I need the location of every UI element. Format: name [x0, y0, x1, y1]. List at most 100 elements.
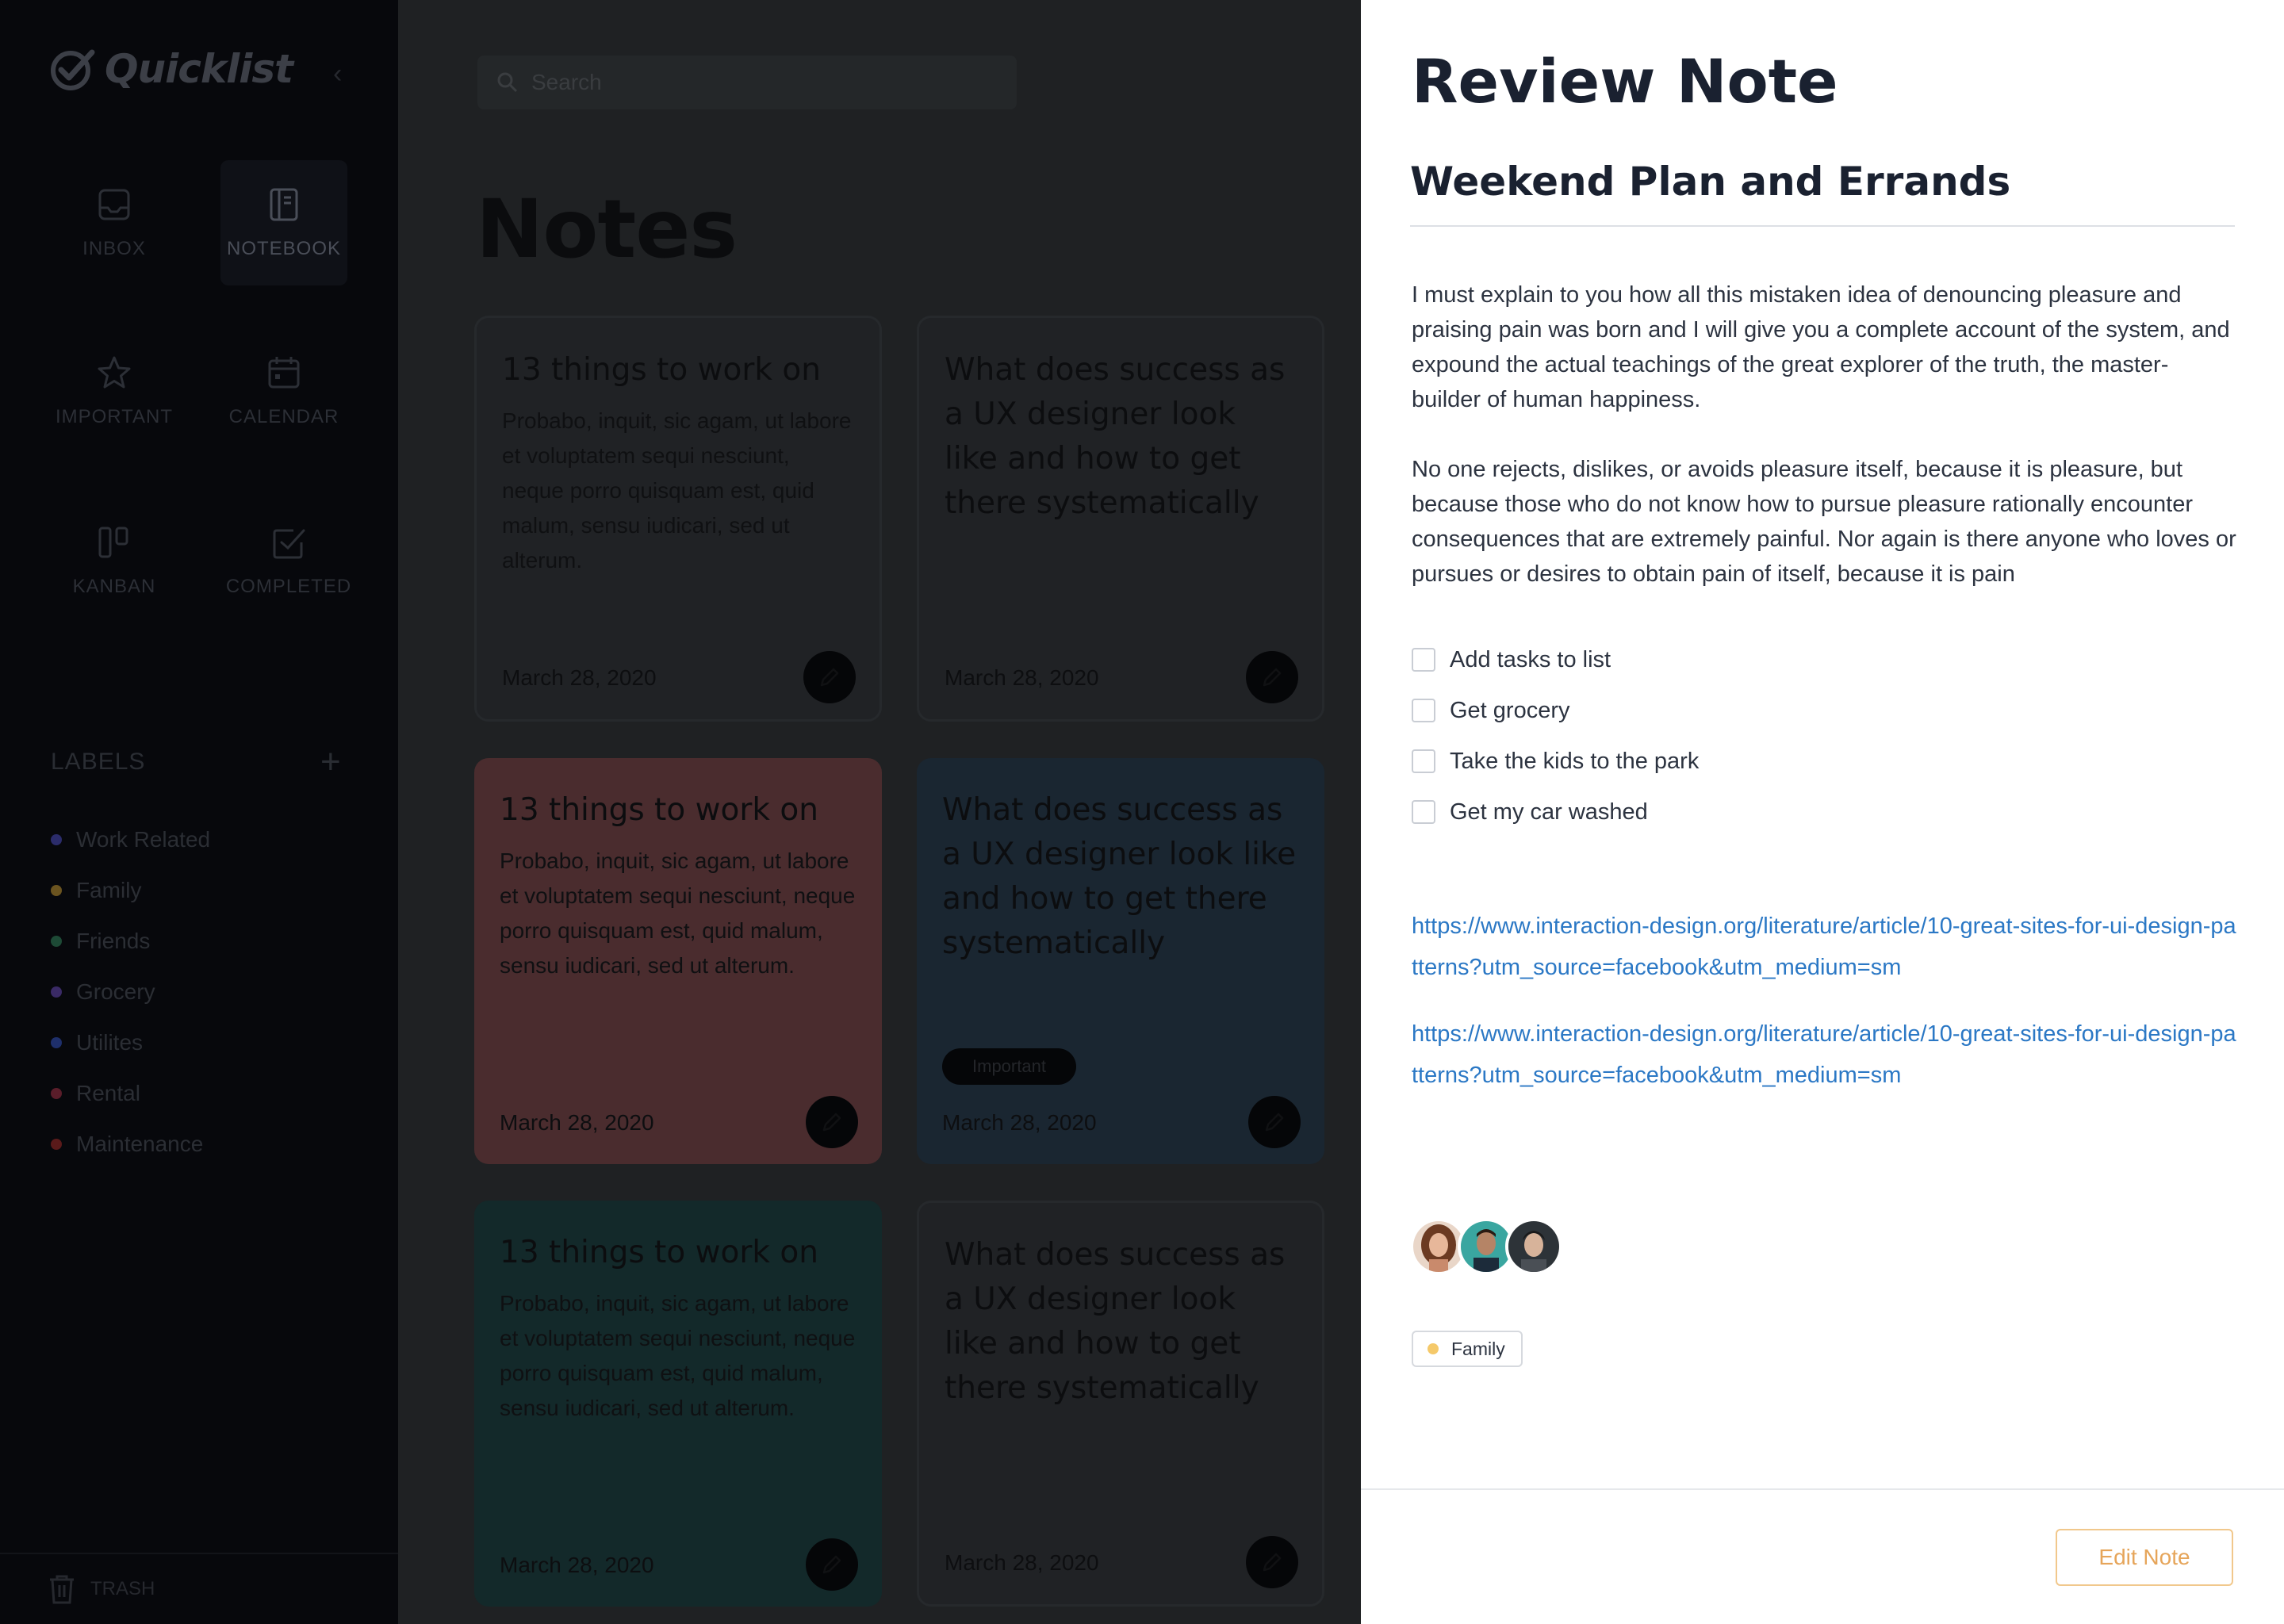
note-link[interactable]: https://www.interaction-design.org/liter… [1412, 906, 2236, 988]
app-name: Quicklist [105, 46, 293, 92]
edit-note-button[interactable] [1248, 1096, 1301, 1148]
edit-note-button[interactable]: Edit Note [2056, 1529, 2233, 1586]
checklist: Add tasks to list Get grocery Take the k… [1412, 634, 1699, 837]
checklist-item: Get my car washed [1412, 787, 1699, 837]
add-label-icon[interactable]: + [320, 742, 341, 782]
label-dot [51, 986, 62, 998]
note-card-title: 13 things to work on [502, 352, 821, 388]
app-logo[interactable]: Quicklist [49, 46, 293, 92]
label-item-rental[interactable]: Rental [51, 1068, 210, 1119]
calendar-icon [268, 357, 300, 389]
label-item-utilites[interactable]: Utilites [51, 1017, 210, 1068]
kanban-icon [98, 527, 128, 558]
note-card-body: Probabo, inquit, sic agam, ut labore et … [502, 408, 852, 573]
note-card-body: Probabo, inquit, sic agam, ut labore et … [500, 1291, 856, 1420]
note-card-date: March 28, 2020 [500, 1110, 654, 1135]
pencil-icon [822, 1555, 841, 1574]
label-name: Friends [76, 929, 151, 953]
checkbox[interactable] [1412, 749, 1435, 773]
label-name: Work Related [76, 827, 211, 852]
note-card-title: 13 things to work on [500, 792, 818, 828]
edit-note-button[interactable] [803, 651, 856, 703]
checkbox[interactable] [1412, 800, 1435, 824]
label-dot [51, 1088, 62, 1099]
note-card-title: What does success as a UX designer look … [945, 352, 1286, 521]
logo-check-icon [51, 49, 95, 90]
label-item-work-related[interactable]: Work Related [51, 814, 210, 865]
nav-completed-label: COMPLETED [225, 576, 352, 597]
trash-button[interactable]: TRASH [0, 1553, 398, 1624]
label-item-grocery[interactable]: Grocery [51, 967, 210, 1017]
nav-kanban[interactable]: KANBAN [51, 498, 178, 623]
nav-inbox-label: INBOX [82, 238, 146, 259]
note-card[interactable]: 13 things to work on Probabo, inquit, si… [474, 758, 882, 1164]
label-name: Maintenance [76, 1132, 204, 1156]
label-item-family[interactable]: Family [51, 865, 210, 916]
nav-notebook[interactable]: NOTEBOOK [220, 160, 347, 285]
search-input[interactable]: Search [531, 70, 602, 95]
trash-label: TRASH [90, 1578, 155, 1599]
checklist-item: Get grocery [1412, 685, 1699, 736]
nav-calendar[interactable]: CALENDAR [220, 328, 347, 454]
note-card-date: March 28, 2020 [500, 1553, 654, 1577]
label-item-friends[interactable]: Friends [51, 916, 210, 967]
checkbox[interactable] [1412, 648, 1435, 672]
notebook-icon [270, 188, 298, 221]
checklist-item: Take the kids to the park [1412, 736, 1699, 787]
note-card[interactable]: 13 things to work on Probabo, inquit, si… [474, 316, 882, 722]
nav-notebook-label: NOTEBOOK [226, 238, 342, 259]
important-tag: Important [942, 1048, 1076, 1085]
note-card-body: Probabo, inquit, sic agam, ut labore et … [500, 848, 856, 978]
label-dot [51, 936, 62, 947]
note-title: Weekend Plan and Errands [1410, 159, 2011, 205]
pencil-icon [1265, 1113, 1284, 1132]
notes-main: Search Notes 13 things to work on Probab… [398, 0, 1361, 1624]
label-name: Grocery [76, 979, 155, 1004]
label-dot [51, 834, 62, 845]
nav-inbox[interactable]: INBOX [51, 160, 178, 285]
note-label-chip[interactable]: Family [1412, 1331, 1523, 1367]
note-card[interactable]: What does success as a UX designer look … [917, 758, 1324, 1164]
nav-important[interactable]: IMPORTANT [51, 328, 178, 454]
collapse-sidebar-icon[interactable]: ‹ [333, 59, 342, 90]
labels-heading: LABELS [51, 749, 146, 775]
label-item-maintenance[interactable]: Maintenance [51, 1119, 210, 1170]
panel-title: Review Note [1412, 46, 1838, 117]
note-label-text: Family [1451, 1338, 1505, 1359]
avatar-image [1508, 1221, 1559, 1272]
avatar-image [1413, 1221, 1464, 1272]
pencil-icon [1263, 668, 1282, 687]
checkbox[interactable] [1412, 699, 1435, 722]
search-icon [497, 72, 518, 93]
edit-note-button[interactable] [1246, 651, 1298, 703]
note-card-date: March 28, 2020 [945, 665, 1099, 690]
checklist-item: Add tasks to list [1412, 634, 1699, 685]
nav-completed[interactable]: COMPLETED [225, 498, 352, 623]
note-paragraph: No one rejects, dislikes, or avoids plea… [1412, 457, 2236, 587]
edit-note-button[interactable] [806, 1096, 858, 1148]
pencil-icon [820, 668, 839, 687]
avatar[interactable] [1505, 1218, 1562, 1275]
star-icon [98, 356, 131, 389]
nav-kanban-label: KANBAN [72, 576, 156, 597]
note-card-title: What does success as a UX designer look … [945, 1237, 1286, 1406]
pencil-icon [1263, 1553, 1282, 1572]
note-paragraph: I must explain to you how all this mista… [1412, 282, 2230, 412]
note-card[interactable]: What does success as a UX designer look … [917, 316, 1324, 722]
nav-important-label: IMPORTANT [55, 406, 174, 427]
label-name: Family [76, 878, 142, 902]
note-card-date: March 28, 2020 [502, 665, 657, 690]
search-bar[interactable]: Search [477, 56, 1017, 109]
footer-divider [1361, 1488, 2284, 1490]
label-dot [51, 885, 62, 896]
checklist-item-label: Get my car washed [1450, 799, 1648, 825]
collaborators [1410, 1218, 1562, 1275]
review-note-panel: Review Note Weekend Plan and Errands I m… [1361, 0, 2284, 1624]
trash-icon [50, 1575, 74, 1604]
inbox-icon [98, 189, 130, 220]
note-card[interactable]: 13 things to work on Probabo, inquit, si… [474, 1201, 882, 1607]
edit-note-button[interactable] [806, 1538, 858, 1591]
note-link[interactable]: https://www.interaction-design.org/liter… [1412, 1013, 2236, 1096]
edit-note-button[interactable] [1246, 1536, 1298, 1588]
note-card[interactable]: What does success as a UX designer look … [917, 1201, 1324, 1607]
